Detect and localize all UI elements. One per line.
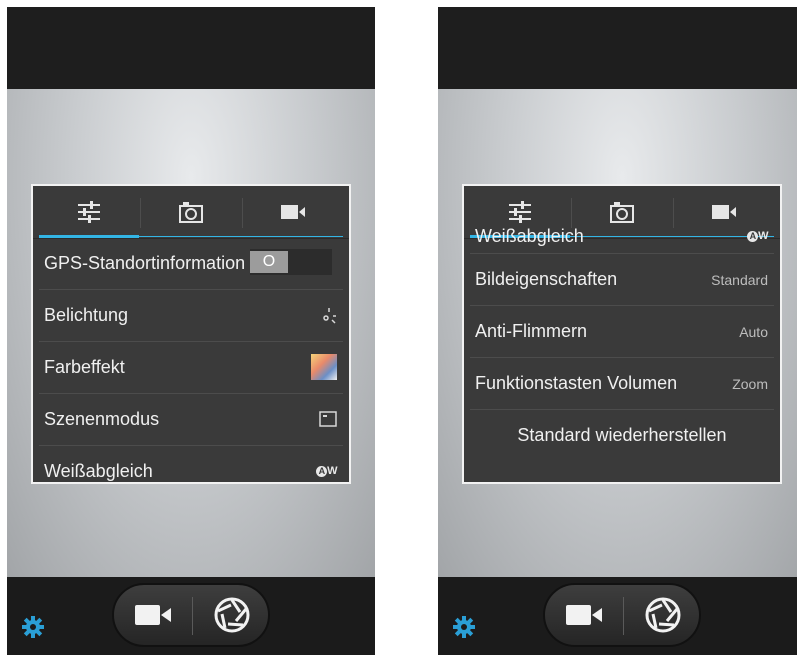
settings-tabs	[33, 186, 349, 239]
exposure-icon	[323, 308, 336, 324]
video-record-button[interactable]	[114, 585, 192, 645]
wb-icon-suffix: W	[758, 230, 768, 242]
camera-icon	[179, 202, 203, 223]
setting-white-balance[interactable]: Weißabgleich AW	[39, 446, 343, 482]
setting-anti-flicker[interactable]: Anti-Flimmern Auto	[470, 306, 774, 358]
setting-exposure[interactable]: Belichtung	[39, 290, 343, 342]
setting-label: Weißabgleich	[44, 461, 153, 481]
setting-label: Farbeffekt	[44, 357, 125, 377]
scene-mode-icon	[319, 411, 337, 427]
setting-label: GPS-Standortinformation	[44, 253, 246, 273]
setting-label: Belichtung	[44, 305, 129, 325]
sliders-icon	[78, 201, 100, 223]
tab-video-settings[interactable]	[243, 186, 343, 238]
setting-label: Funktionstasten Volumen	[475, 373, 678, 393]
white-balance-auto-icon: AW	[747, 230, 768, 242]
settings-panel: GPS-Standortinformation O Belichtung Far…	[31, 184, 351, 484]
setting-label: Anti-Flimmern	[475, 321, 588, 341]
settings-panel: Weißabgleich AW Bildeigenschaften Standa…	[462, 184, 782, 484]
video-camera-icon	[566, 605, 602, 625]
setting-scene-mode[interactable]: Szenenmodus	[39, 394, 343, 446]
setting-gps-location[interactable]: GPS-Standortinformation O	[39, 238, 343, 290]
setting-label: Bildeigenschaften	[475, 269, 618, 289]
shutter-icon	[645, 597, 681, 633]
top-bar	[438, 7, 797, 89]
shutter-icon	[214, 597, 250, 633]
gear-icon[interactable]	[21, 615, 45, 639]
video-icon	[281, 205, 305, 219]
setting-label: Szenenmodus	[44, 409, 160, 429]
camera-screen-right: Weißabgleich AW Bildeigenschaften Standa…	[438, 7, 797, 655]
setting-value: Zoom	[732, 376, 768, 392]
shutter-button[interactable]	[193, 585, 271, 645]
setting-label: Weißabgleich	[475, 226, 584, 246]
capture-controls	[543, 583, 701, 647]
shutter-button[interactable]	[624, 585, 702, 645]
video-icon	[712, 205, 736, 219]
setting-white-balance[interactable]: Weißabgleich AW	[470, 220, 774, 254]
camera-screen-left: GPS-Standortinformation O Belichtung Far…	[7, 7, 375, 655]
tab-general-settings[interactable]	[39, 186, 139, 238]
color-effect-icon	[311, 354, 337, 380]
gps-toggle-switch[interactable]: O	[250, 249, 332, 275]
white-balance-auto-icon: AW	[316, 465, 337, 477]
setting-image-properties[interactable]: Bildeigenschaften Standard	[470, 254, 774, 306]
toggle-off-label: O	[250, 251, 288, 273]
setting-color-effect[interactable]: Farbeffekt	[39, 342, 343, 394]
setting-volume-keys[interactable]: Funktionstasten Volumen Zoom	[470, 358, 774, 410]
top-bar	[7, 7, 375, 89]
restore-defaults-button[interactable]: Standard wiederherstellen	[470, 410, 774, 462]
video-camera-icon	[135, 605, 171, 625]
gear-icon[interactable]	[452, 615, 476, 639]
setting-value: Standard	[711, 272, 768, 288]
wb-icon-letter: A	[747, 231, 759, 242]
tab-bar-line	[139, 236, 343, 237]
tab-photo-settings[interactable]	[141, 186, 241, 238]
setting-value: Auto	[739, 324, 768, 340]
video-record-button[interactable]	[545, 585, 623, 645]
capture-controls	[112, 583, 270, 647]
wb-icon-letter: A	[316, 466, 328, 477]
wb-icon-suffix: W	[327, 465, 337, 477]
